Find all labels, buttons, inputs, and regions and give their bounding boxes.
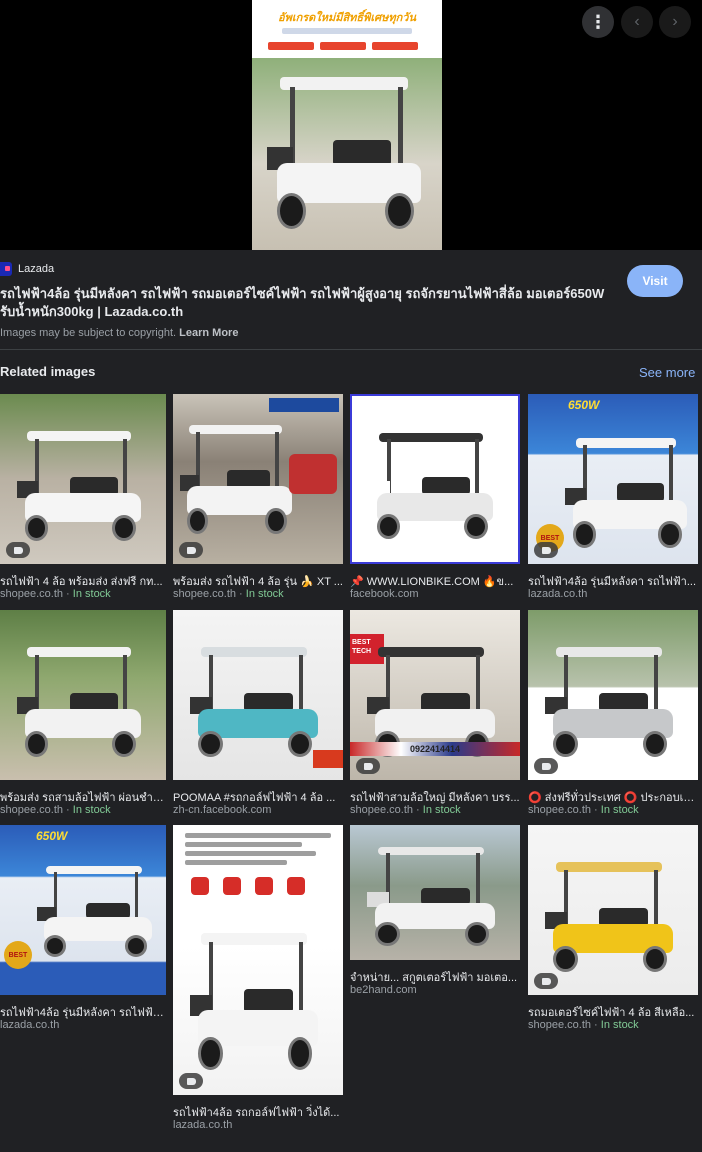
- related-source: shopee.co.th · In stock: [173, 588, 284, 600]
- next-image-button[interactable]: ›: [659, 6, 691, 38]
- related-thumbnail[interactable]: BEST TECH 0922414414: [350, 610, 520, 780]
- see-more-link[interactable]: See more: [639, 365, 695, 380]
- phone-number-overlay: 0922414414: [350, 742, 520, 756]
- related-thumbnail[interactable]: [173, 610, 343, 780]
- related-source: facebook.com: [350, 588, 419, 600]
- previous-image-button[interactable]: ‹: [621, 6, 653, 38]
- related-thumbnail[interactable]: [173, 825, 343, 1095]
- related-images-heading: Related images: [0, 364, 96, 379]
- related-source: be2hand.com: [350, 984, 417, 996]
- related-source: lazada.co.th: [173, 1119, 233, 1131]
- best-badge-icon: BEST: [4, 941, 32, 969]
- preview-image[interactable]: อัพเกรดใหม่มีสิทธิ์พิเศษทุกวัน: [252, 0, 442, 250]
- related-source: zh-cn.facebook.com: [173, 804, 272, 816]
- related-thumbnail[interactable]: [0, 394, 166, 564]
- related-thumbnail[interactable]: 650W BEST: [0, 825, 166, 995]
- chevron-right-icon: ›: [672, 13, 678, 30]
- tag-icon: [6, 542, 30, 558]
- related-source: lazada.co.th: [0, 1019, 60, 1031]
- learn-more-link[interactable]: Learn More: [179, 327, 238, 339]
- more-options-button[interactable]: ⋮: [582, 6, 614, 38]
- more-vert-icon: ⋮: [589, 11, 607, 32]
- related-source: shopee.co.th · In stock: [528, 804, 639, 816]
- preview-banner: อัพเกรดใหม่มีสิทธิ์พิเศษทุกวัน: [252, 0, 442, 58]
- image-title-link[interactable]: รถไฟฟ้า4ล้อ รุ่นมีหลังคา รถไฟฟ้า รถมอเตอ…: [0, 285, 615, 321]
- visit-button[interactable]: Visit: [627, 265, 683, 297]
- preview-scene: [252, 58, 442, 250]
- related-source: shopee.co.th · In stock: [528, 1019, 639, 1031]
- divider: [0, 349, 702, 350]
- tag-icon: [534, 973, 558, 989]
- preview-headline: อัพเกรดใหม่มีสิทธิ์พิเศษทุกวัน: [278, 12, 416, 24]
- related-source: shopee.co.th · In stock: [350, 804, 461, 816]
- image-preview-panel: อัพเกรดใหม่มีสิทธิ์พิเศษทุกวัน ⋮ ‹ ›: [0, 0, 702, 250]
- related-source: lazada.co.th: [528, 588, 588, 600]
- chevron-left-icon: ‹: [634, 13, 640, 30]
- copyright-notice: Images may be subject to copyright. Lear…: [0, 327, 239, 339]
- tag-icon: [179, 542, 203, 558]
- related-thumbnail[interactable]: 650W BEST: [528, 394, 698, 564]
- lazada-favicon-icon: [0, 262, 12, 276]
- tag-icon: [179, 1073, 203, 1089]
- tag-icon: [534, 542, 558, 558]
- related-thumbnail[interactable]: [173, 394, 343, 564]
- tag-icon: [356, 758, 380, 774]
- related-thumbnail[interactable]: [350, 825, 520, 960]
- related-source: shopee.co.th · In stock: [0, 588, 111, 600]
- related-thumbnail[interactable]: [528, 610, 698, 780]
- source-name: Lazada: [18, 263, 55, 275]
- related-thumbnail[interactable]: [350, 394, 520, 564]
- related-source: shopee.co.th · In stock: [0, 804, 111, 816]
- related-thumbnail[interactable]: [528, 825, 698, 995]
- related-thumbnail[interactable]: [0, 610, 166, 780]
- tag-icon: [534, 758, 558, 774]
- source-row[interactable]: Lazada: [0, 262, 54, 276]
